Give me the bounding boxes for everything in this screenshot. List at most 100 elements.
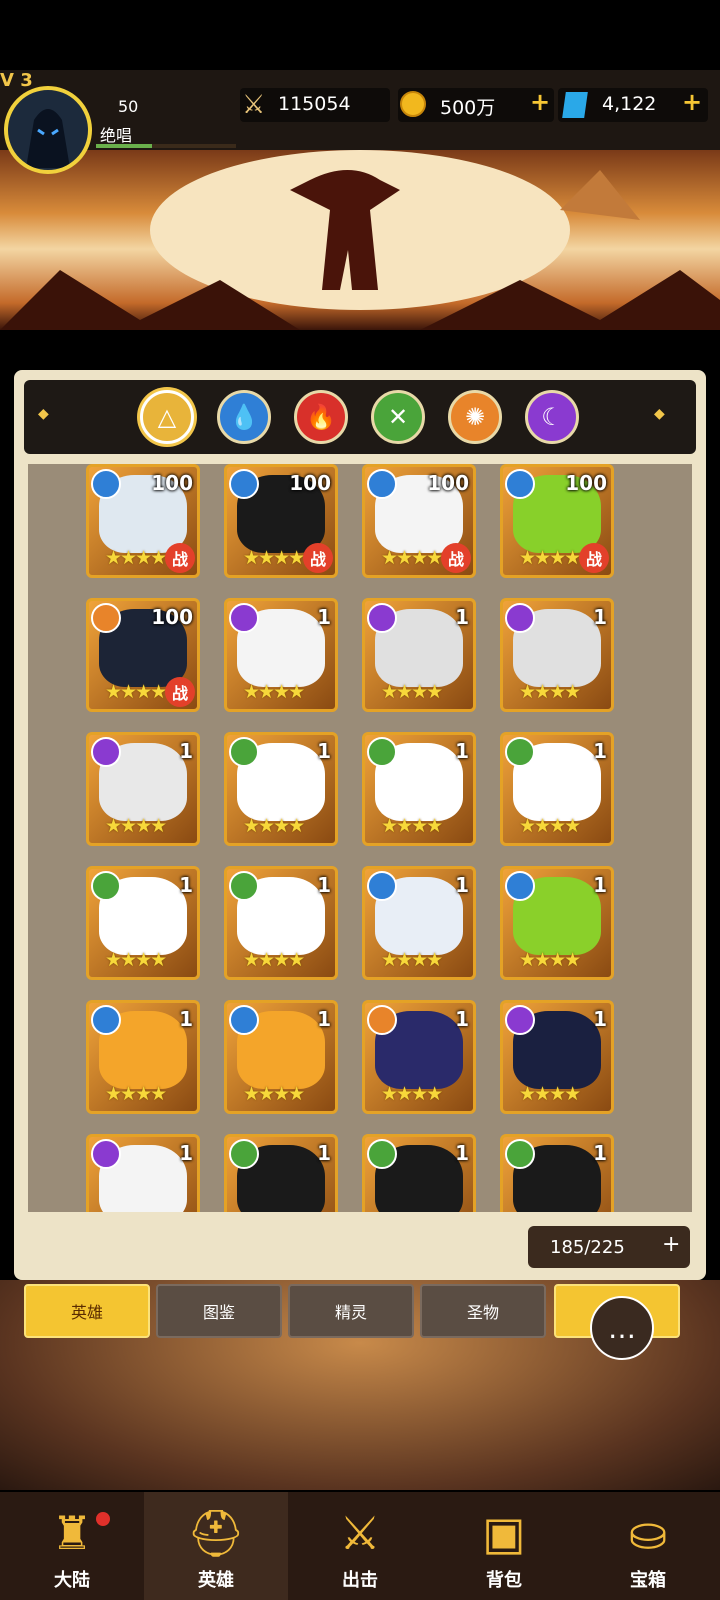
expand-capacity-button[interactable]: + [662,1232,680,1257]
hero-card[interactable]: 1★★★★ [362,598,476,712]
gem-icon [562,92,588,118]
hero-card[interactable]: 100 ★★★★ 战 [500,464,614,578]
hero-card[interactable]: 1★★★★ [500,732,614,846]
hero-card[interactable]: 1★★★★ [224,598,338,712]
nav-battle[interactable]: ⚔ 出击 [288,1492,432,1600]
hero-card[interactable]: 1★★★★ [362,1000,476,1114]
water-element-icon [505,469,535,499]
hero-card[interactable]: 1 ★★★★ [86,866,200,980]
nav-continent[interactable]: ♜ 大陆 [0,1492,144,1600]
hero-card[interactable]: 1 ★★★★ [500,1000,614,1114]
triangle-icon: △ [157,403,177,431]
star-rating: ★★★★ [381,1083,443,1105]
hero-card[interactable]: 1★★★★ [224,732,338,846]
star-rating: ★★★★ [519,815,581,837]
element-filter-all[interactable]: △ [140,390,194,444]
spiral-icon: ✺ [464,403,486,431]
hero-card[interactable]: 1★★★★ [224,1134,338,1212]
star-rating: ★★★★ [519,681,581,703]
element-filter-moon[interactable]: ☾ [525,390,579,444]
hero-card[interactable]: 1★★★★ [362,866,476,980]
hero-card[interactable]: 100 ★★★★ 战 [86,598,200,712]
star-rating: ★★★★ [381,547,443,569]
add-gold-button[interactable]: + [530,88,550,116]
hero-card[interactable]: 100 ★★★★ 战 [362,464,476,578]
hero-banner [0,150,720,330]
wind-element-icon [367,737,397,767]
add-gems-button[interactable]: + [682,88,702,116]
moon-element-icon [367,603,397,633]
vip-level: V 3 [0,70,33,91]
wind-element-icon [505,737,535,767]
nav-bag[interactable]: ▣ 背包 [432,1492,576,1600]
hero-card[interactable]: 1★★★★ [362,1134,476,1212]
hero-card[interactable]: 1 ★★★★ [500,866,614,980]
moon-element-icon [229,603,259,633]
star-rating: ★★★★ [519,949,581,971]
nav-heroes-label: 英雄 [198,1570,234,1591]
water-element-icon [229,469,259,499]
backpack-icon: ▣ [482,1506,526,1560]
tab-spirits[interactable]: 精灵 [288,1284,414,1338]
water-element-icon [91,469,121,499]
hero-level: 1 [455,1141,469,1165]
hero-card[interactable]: 1★★★★ [86,732,200,846]
element-filter-sun[interactable]: ✺ [448,390,502,444]
star-rating: ★★★★ [105,815,167,837]
element-filter-fire[interactable]: 🔥 [294,390,348,444]
nav-heroes[interactable]: ⛑ 英雄 [144,1492,288,1600]
hero-level: 1 [455,605,469,629]
tab-codex[interactable]: 图鉴 [156,1284,282,1338]
gem-value: 4,122 [602,93,657,115]
tab-heroes[interactable]: 英雄 [24,1284,150,1338]
hooded-figure-icon [26,109,70,168]
chat-bubble-icon[interactable]: … [590,1296,654,1360]
hero-level: 100 [427,471,469,495]
star-rating: ★★★★ [243,1083,305,1105]
hero-card[interactable]: 1★★★★ [224,1000,338,1114]
hero-card[interactable]: 100 ★★★★ 战 [224,464,338,578]
hero-level: 1 [179,873,193,897]
water-element-icon [367,469,397,499]
star-rating: ★★★★ [105,949,167,971]
hero-level: 1 [455,873,469,897]
hero-card[interactable]: 1 ★★★★ [224,866,338,980]
element-filter-water[interactable]: 💧 [217,390,271,444]
crossed-swords-icon: ⚔ [242,90,266,120]
water-element-icon [367,871,397,901]
hero-card[interactable]: 1 ★★★★ [500,598,614,712]
wind-element-icon [229,871,259,901]
hero-card[interactable]: 1★★★★ [86,1000,200,1114]
wind-element-icon [91,871,121,901]
star-rating: ★★★★ [519,1083,581,1105]
moon-element-icon [505,603,535,633]
hero-level: 1 [593,605,607,629]
player-avatar[interactable] [4,86,92,174]
hero-card[interactable]: 100 ★★★★ 战 [86,464,200,578]
hero-level: 1 [317,605,331,629]
wind-element-icon [505,1139,535,1169]
element-filter-bar: ◆ ◆ [24,380,696,454]
tab-relics[interactable]: 圣物 [420,1284,546,1338]
wind-element-icon [229,1139,259,1169]
water-element-icon [91,1005,121,1035]
hero-card[interactable]: 1★★★★ [86,1134,200,1212]
xp-fill [96,144,152,148]
hero-card[interactable]: 1★★★★ [362,732,476,846]
hero-level: 1 [317,873,331,897]
hero-level: 1 [317,1141,331,1165]
hero-level: 100 [151,471,193,495]
star-rating: ★★★★ [243,949,305,971]
nav-chest[interactable]: ⛀ 宝箱 [576,1492,720,1600]
hero-card[interactable]: 1★★★★ [500,1134,614,1212]
treasure-chest-icon: ⛀ [628,1506,668,1560]
moon-icon: ☾ [541,403,563,431]
gold-value: 500万 [440,97,496,119]
gold-display: 500万 + [398,88,554,122]
star-rating: ★★★★ [105,681,167,703]
hero-level: 1 [593,1007,607,1031]
hero-level: 1 [593,873,607,897]
player-level: 50 [118,97,139,116]
element-filter-wind[interactable]: ✕ [371,390,425,444]
xp-bar [96,144,236,148]
